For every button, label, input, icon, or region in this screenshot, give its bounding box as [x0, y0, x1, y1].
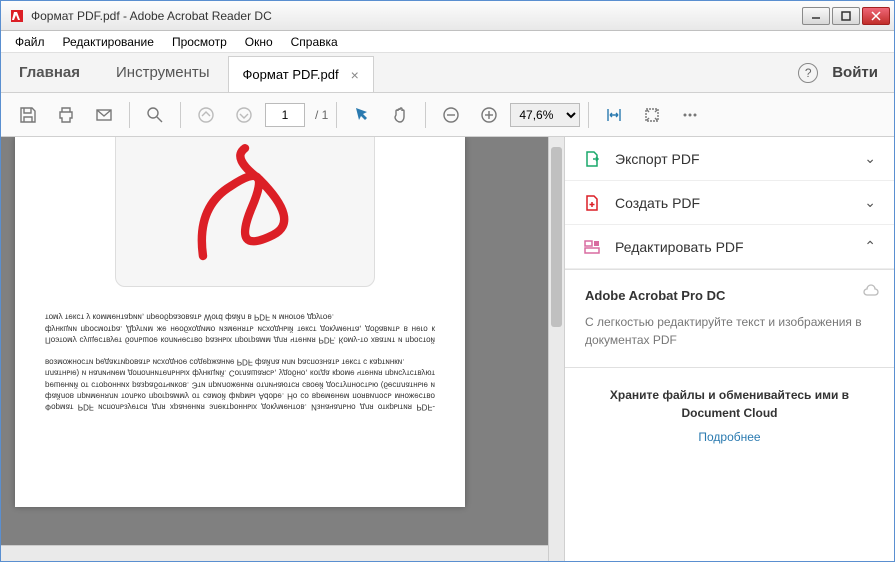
- adobe-logo-box: [115, 137, 375, 287]
- zoom-out-icon[interactable]: [434, 98, 468, 132]
- export-pdf-icon: [583, 150, 601, 168]
- maximize-button[interactable]: [832, 7, 860, 25]
- menu-help[interactable]: Справка: [283, 33, 346, 51]
- tool-edit-label: Редактировать PDF: [615, 239, 744, 255]
- tab-tools[interactable]: Инструменты: [98, 53, 228, 92]
- tab-home[interactable]: Главная: [1, 53, 98, 92]
- tool-create-pdf[interactable]: Создать PDF ⌄: [565, 181, 894, 225]
- fit-width-icon[interactable]: [597, 98, 631, 132]
- help-icon[interactable]: ?: [798, 63, 818, 83]
- app-icon: [9, 8, 25, 24]
- chevron-up-icon: ⌃: [864, 238, 876, 255]
- document-pane[interactable]: Формат PDF используется для хранения эле…: [1, 137, 564, 561]
- login-button[interactable]: Войти: [832, 64, 878, 81]
- tool-export-label: Экспорт PDF: [615, 151, 700, 167]
- horizontal-scrollbar[interactable]: [1, 545, 548, 561]
- search-icon[interactable]: [138, 98, 172, 132]
- cloud-promo-link[interactable]: Подробнее: [698, 430, 760, 444]
- page-up-icon[interactable]: [189, 98, 223, 132]
- tool-create-label: Создать PDF: [615, 195, 700, 211]
- hand-tool-icon[interactable]: [383, 98, 417, 132]
- cloud-icon: [862, 284, 880, 303]
- tools-panel: Экспорт PDF ⌄ Создать PDF ⌄ Редактироват…: [564, 137, 894, 561]
- minimize-button[interactable]: [802, 7, 830, 25]
- tool-export-pdf[interactable]: Экспорт PDF ⌄: [565, 137, 894, 181]
- title-bar[interactable]: Формат PDF.pdf - Adobe Acrobat Reader DC: [1, 1, 894, 31]
- menu-file[interactable]: Файл: [7, 33, 53, 51]
- more-tools-icon[interactable]: [673, 98, 707, 132]
- selection-tool-icon[interactable]: [345, 98, 379, 132]
- menu-edit[interactable]: Редактирование: [55, 33, 162, 51]
- create-pdf-icon: [583, 194, 601, 212]
- page-number-input[interactable]: [265, 103, 305, 127]
- promo-text: С легкостью редактируйте текст и изображ…: [585, 313, 874, 349]
- tab-close-icon[interactable]: ×: [351, 67, 359, 83]
- promo-section: Adobe Acrobat Pro DC С легкостью редакти…: [565, 269, 894, 367]
- tool-edit-pdf[interactable]: Редактировать PDF ⌃: [565, 225, 894, 269]
- fit-page-icon[interactable]: [635, 98, 669, 132]
- vertical-scrollbar[interactable]: [548, 137, 564, 561]
- document-text: Формат PDF используется для хранения эле…: [45, 312, 435, 413]
- menu-window[interactable]: Окно: [237, 33, 281, 51]
- edit-pdf-icon: [583, 238, 601, 256]
- print-icon[interactable]: [49, 98, 83, 132]
- chevron-down-icon: ⌄: [864, 194, 876, 211]
- tab-document-label: Формат PDF.pdf: [243, 67, 339, 82]
- close-button[interactable]: [862, 7, 890, 25]
- chevron-down-icon: ⌄: [864, 150, 876, 167]
- pdf-page: Формат PDF используется для хранения эле…: [15, 137, 465, 507]
- menu-view[interactable]: Просмотр: [164, 33, 235, 51]
- save-icon[interactable]: [11, 98, 45, 132]
- zoom-select[interactable]: 47,6%: [510, 103, 580, 127]
- mode-row: Главная Инструменты Формат PDF.pdf × ? В…: [1, 53, 894, 93]
- toolbar: / 1 47,6%: [1, 93, 894, 137]
- zoom-in-icon[interactable]: [472, 98, 506, 132]
- window-title: Формат PDF.pdf - Adobe Acrobat Reader DC: [31, 9, 802, 23]
- menu-bar: Файл Редактирование Просмотр Окно Справк…: [1, 31, 894, 53]
- email-icon[interactable]: [87, 98, 121, 132]
- cloud-promo-title: Храните файлы и обменивайтесь ими в Docu…: [585, 386, 874, 422]
- tab-document[interactable]: Формат PDF.pdf ×: [228, 56, 374, 92]
- page-total: / 1: [315, 108, 328, 122]
- cloud-promo: Храните файлы и обменивайтесь ими в Docu…: [565, 367, 894, 464]
- scroll-thumb[interactable]: [551, 147, 562, 327]
- page-down-icon[interactable]: [227, 98, 261, 132]
- promo-title: Adobe Acrobat Pro DC: [585, 288, 874, 303]
